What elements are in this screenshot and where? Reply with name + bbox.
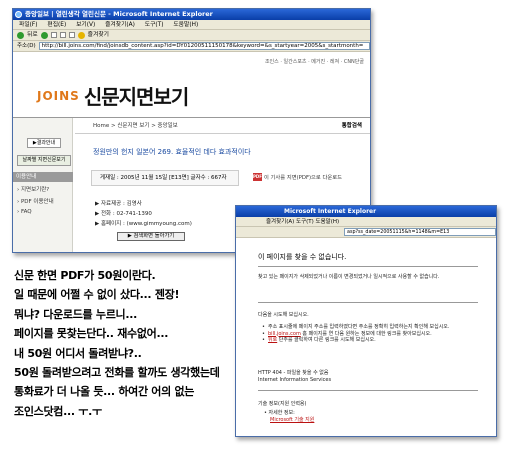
error-page-content: 이 페이지를 찾을 수 없습니다. 찾고 있는 페이지가 삭제되었거나 이름이 … — [236, 238, 496, 436]
suggestion-item: 뒤로 단추를 클릭하여 다른 링크를 시도해 보십시오. — [262, 337, 462, 344]
stop-icon[interactable] — [50, 32, 57, 38]
caption-line: 신문 한면 PDF가 50원이란다. — [14, 269, 156, 282]
favorites-star-icon[interactable] — [77, 31, 85, 39]
favorites-button[interactable]: 즐겨찾기 — [88, 30, 109, 41]
address-bar: 주소(D) http://bill.joins.com/find/joinsdb… — [13, 41, 370, 52]
back-button[interactable]: 뒤로 — [27, 30, 38, 41]
menu-view[interactable]: 보기(V) — [76, 22, 95, 28]
breadcrumb[interactable]: Home > 신문지면 보기 > 중앙일보 — [93, 121, 178, 129]
date-view-button[interactable]: 날짜별 지면신문보기 — [17, 155, 71, 166]
http-error-info: HTTP 404 - 파일을 찾을 수 없음 Internet Informat… — [258, 370, 331, 384]
forward-arrow-icon[interactable] — [40, 31, 48, 39]
site-logo[interactable]: JOINS 신문지면보기 — [37, 81, 189, 110]
toolbar: 뒤로 즐겨찾기 — [13, 30, 370, 41]
joins-logo: JOINS — [37, 88, 80, 103]
nav-item-faq[interactable]: › FAQ — [17, 209, 32, 215]
browser-window-error: Microsoft Internet Explorer 즐겨찾기(A) 도구(T… — [235, 205, 497, 437]
caption-line: 내 50원 어디서 돌려받냐?.. — [14, 346, 142, 360]
back-arrow-icon[interactable] — [17, 31, 24, 39]
tech-info-heading: 기술 정보(지원 인력용) — [258, 401, 307, 407]
window-title: 중앙일보 | 열린생각 열린신문 - Microsoft Internet Ex… — [25, 10, 213, 18]
divider — [258, 302, 478, 303]
left-panel: ▶결과안내 날짜별 지면신문보기 이용안내 › 지면보기란? › PDF 이용안… — [13, 118, 73, 252]
error-description: 찾고 있는 페이지가 삭제되었거나 이름이 변경되었거나 일시적으로 사용할 수… — [258, 274, 440, 280]
pdf-icon: PDF — [253, 173, 262, 181]
address-input[interactable]: http://bill.joins.com/find/joinsdb_conte… — [38, 42, 370, 50]
menu-bar: 파일(F) 편집(E) 보기(V) 즐겨찾기(A) 도구(T) 도움말(H) — [13, 20, 370, 30]
article-info: ▶ 자료제공 : 김영사 ▶ 전화 : 02-741-1390 ▶ 홈페이지 :… — [95, 199, 192, 229]
divider — [75, 133, 370, 134]
server-name: Internet Information Services — [258, 377, 332, 383]
address-bar: asp?ss_date=20051115&h=1148&m=E13 — [236, 227, 496, 238]
suggestion-list: 주소 표시줄에 페이지 주소를 입력하였다면 주소를 정확히 입력하는지 확인해… — [262, 324, 462, 344]
result-guide-button[interactable]: ▶결과안내 — [27, 138, 61, 148]
caption-line: 조인스닷컴... ㅜ.ㅜ — [14, 404, 102, 418]
menu-tools[interactable]: 도구(T) — [145, 22, 164, 28]
integrated-search-link[interactable]: 통합검색 — [342, 121, 362, 129]
guide-section-head: 이용안내 — [13, 172, 73, 182]
menu-bar[interactable]: 즐겨찾기(A) 도구(T) 도움말(H) — [236, 217, 496, 227]
article-title: 정원만의 헌지 일본어 269. 효율적인 데다 효과적이다 — [93, 148, 251, 156]
article-meta: 게재일 : 2005년 11월 15일 [E13면] 글자수 : 667자 — [91, 170, 239, 186]
home-icon[interactable] — [68, 32, 75, 38]
pdf-download-label[interactable]: 이 기사를 지면(PDF)으로 다운로드 — [264, 173, 342, 181]
divider — [258, 266, 478, 267]
tech-info: • 자세한 정보: Microsoft 기술 지원 — [264, 410, 314, 423]
nav-item-about[interactable]: › 지면보기란? — [17, 185, 49, 193]
caption-text: 신문 한면 PDF가 50원이란다. 일 때문에 어쩔 수 없이 샀다... 젠… — [14, 266, 220, 421]
menu-favorites[interactable]: 즐겨찾기(A) — [105, 22, 135, 28]
divider — [258, 390, 478, 391]
try-heading: 다음을 시도해 보십시오. — [258, 312, 309, 318]
ie-icon — [15, 11, 22, 18]
home-page-link[interactable]: bill.joins.com — [268, 331, 301, 337]
refresh-icon[interactable] — [59, 32, 66, 38]
address-input[interactable]: asp?ss_date=20051115&h=1148&m=E13 — [344, 228, 496, 236]
http-status: HTTP 404 - 파일을 찾을 수 없음 — [258, 370, 329, 376]
error-title: 이 페이지를 찾을 수 없습니다. — [258, 253, 347, 261]
caption-line: 뭐냐? 다운로드를 누르니... — [14, 307, 137, 321]
pdf-download-link[interactable]: PDF 이 기사를 지면(PDF)으로 다운로드 — [253, 173, 342, 181]
title-bar: 중앙일보 | 열린생각 열린신문 - Microsoft Internet Ex… — [13, 9, 370, 20]
menu-help[interactable]: 도움말(H) — [173, 22, 198, 28]
top-links[interactable]: 조인스 · 일간스포츠 · 메거진 · 레져 · CNN단골 — [265, 58, 364, 65]
menu-edit[interactable]: 편집(E) — [47, 22, 66, 28]
caption-line: 일 때문에 어쩔 수 없이 샀다... 젠장! — [14, 288, 180, 302]
menu-file[interactable]: 파일(F) — [19, 22, 38, 28]
caption-line: 50원 돌려받으려고 전화를 할까도 생각했는데 — [14, 366, 220, 380]
nav-item-pdf-guide[interactable]: › PDF 이용안내 — [17, 197, 54, 205]
back-to-search-button[interactable]: ▶ 검색화면 돌아가기 — [117, 232, 185, 241]
info-homepage: ▶ 홈페이지 : (www.gimmyoung.com) — [95, 221, 192, 227]
title-bar: Microsoft Internet Explorer — [236, 206, 496, 217]
caption-line: 페이지를 못찾는단다.. 재수없어... — [14, 327, 169, 341]
address-label: 주소(D) — [17, 42, 36, 49]
info-source: ▶ 자료제공 : 김영사 — [95, 201, 142, 207]
caption-line: 통화료가 더 나올 듯... 하여간 어의 없는 — [14, 385, 195, 399]
ms-support-link[interactable]: Microsoft 기술 지원 — [264, 417, 314, 424]
info-phone: ▶ 전화 : 02-741-1390 — [95, 211, 152, 217]
service-title: 신문지면보기 — [83, 85, 189, 109]
back-link[interactable]: 뒤로 — [268, 337, 277, 343]
